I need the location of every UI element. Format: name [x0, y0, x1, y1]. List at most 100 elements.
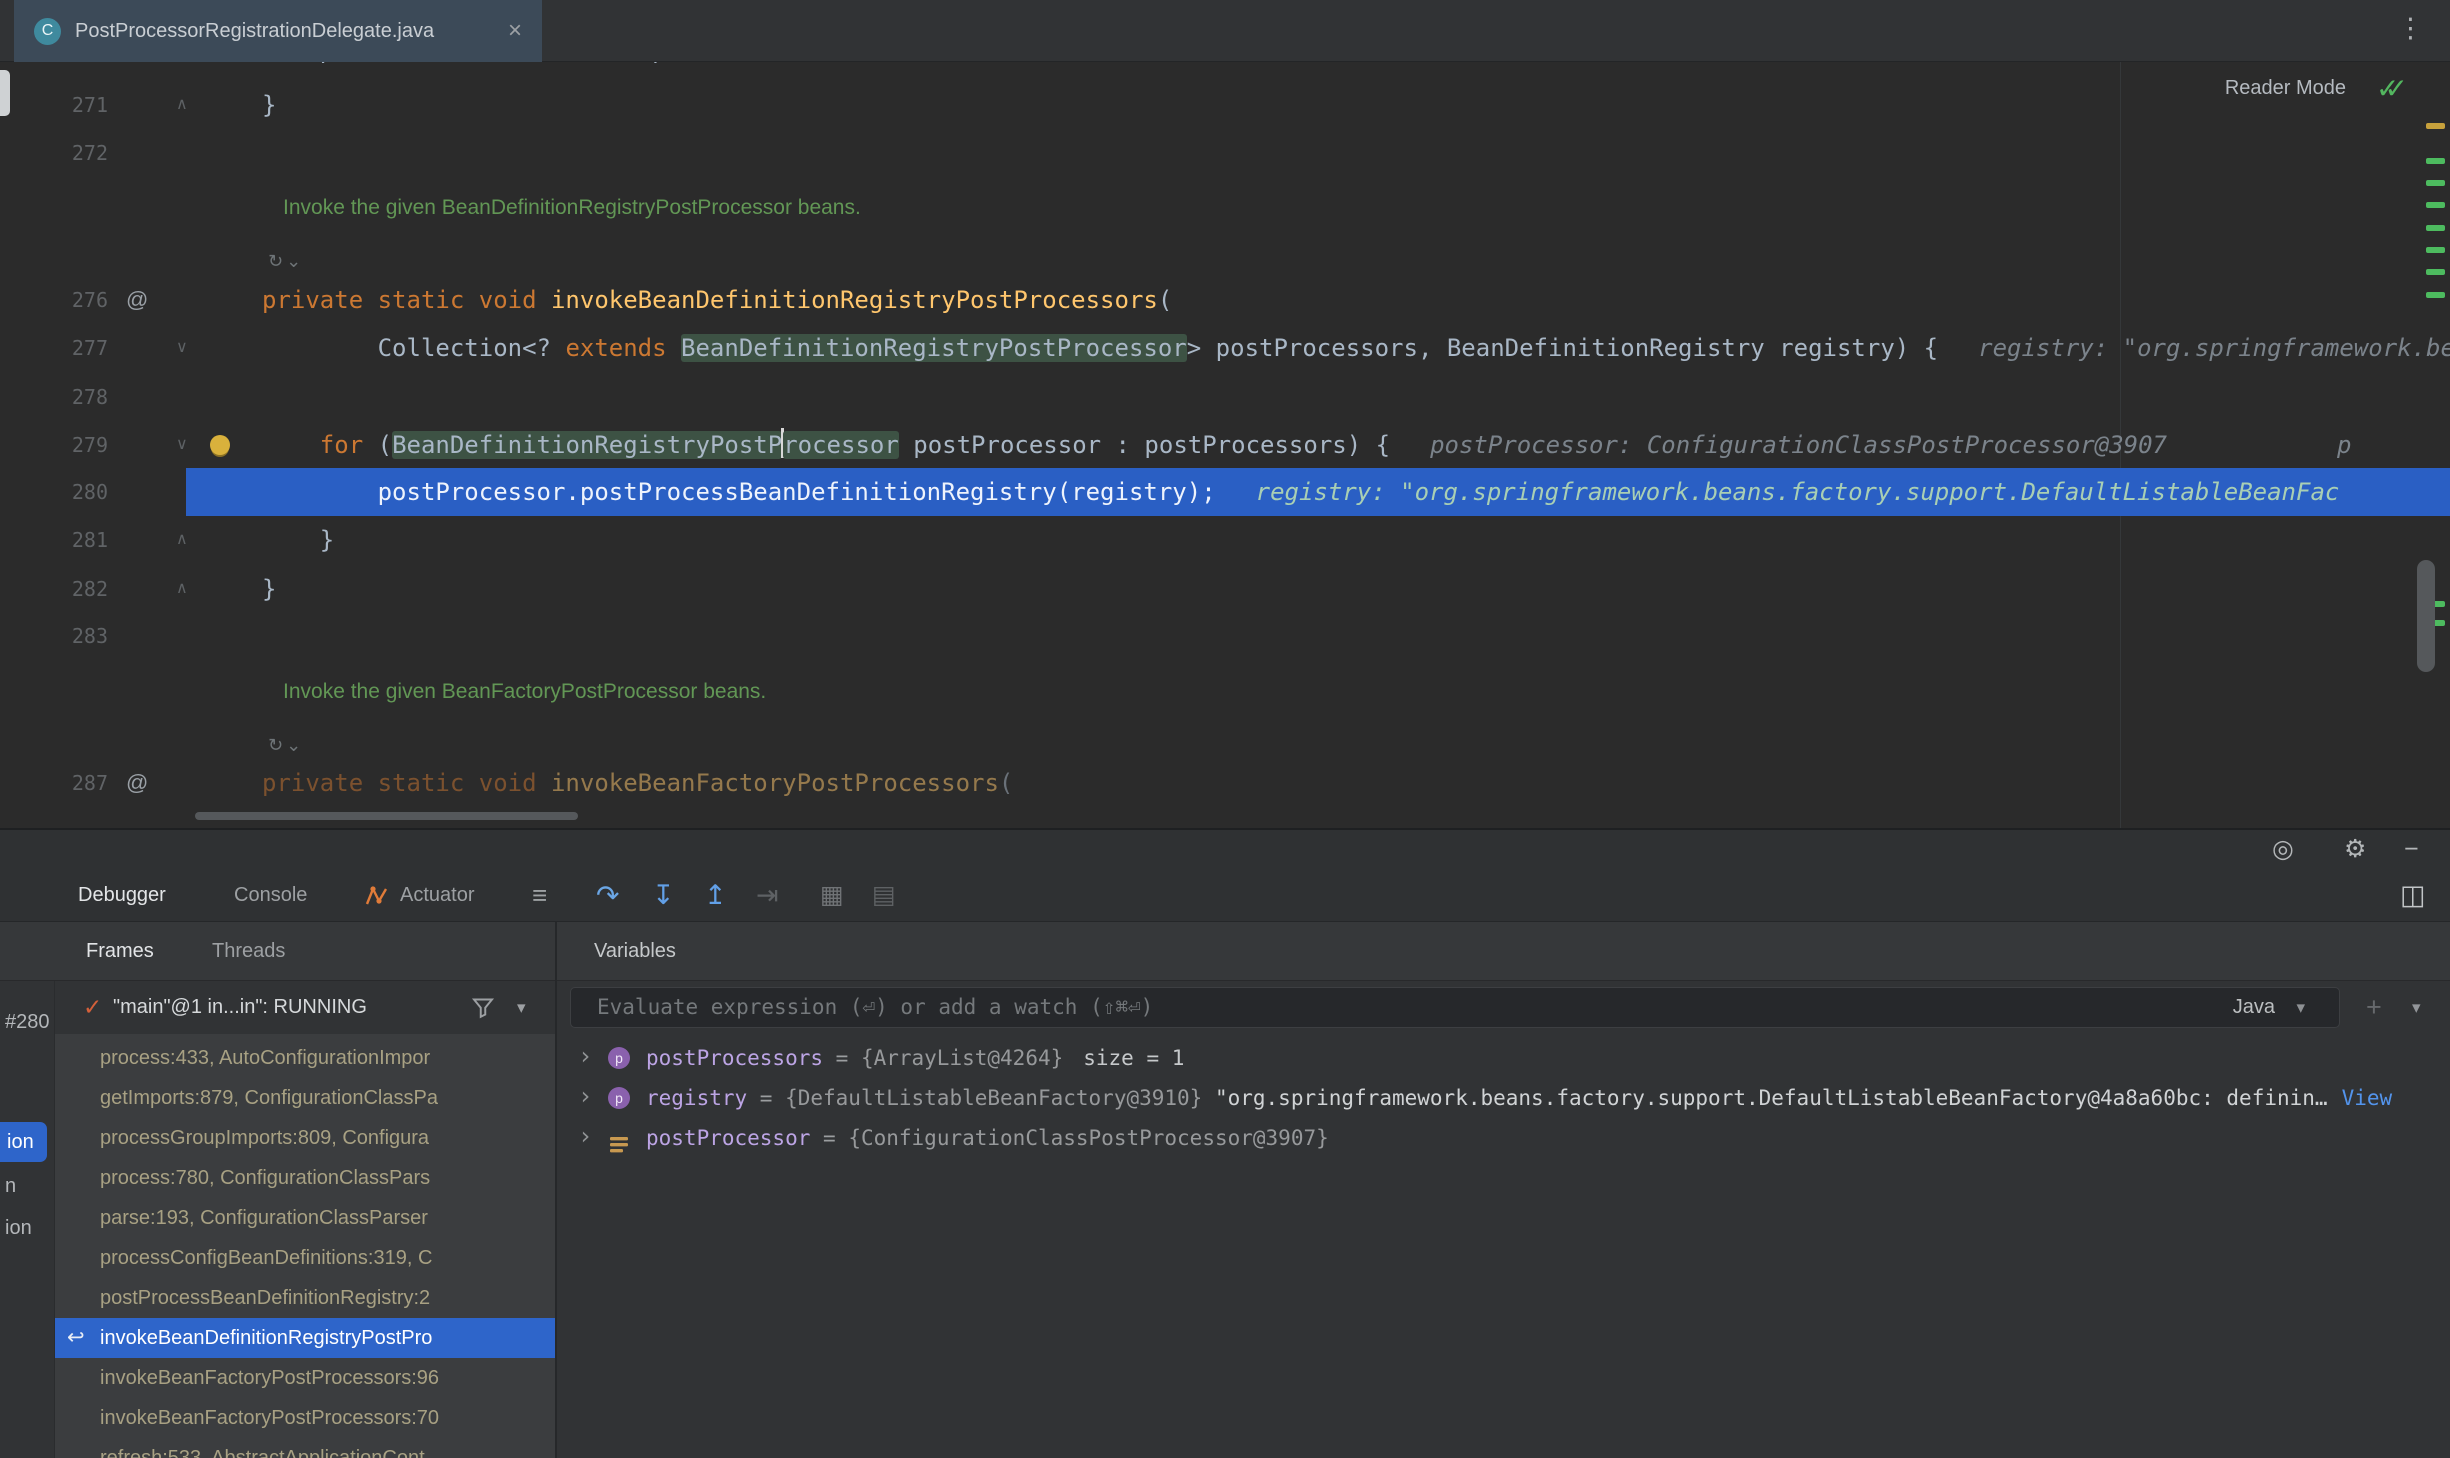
- evaluate-language-selector[interactable]: Java: [2233, 988, 2275, 1027]
- parameter-icon: p: [608, 1047, 630, 1069]
- inspections-ok-icon[interactable]: ✓✓: [2376, 72, 2432, 105]
- target-icon[interactable]: ◎: [2272, 830, 2294, 869]
- evaluate-placeholder: Evaluate expression (⏎) or add a watch (…: [597, 988, 1153, 1027]
- editor-tab-postprocessorregistrationdelegate[interactable]: C PostProcessorRegistrationDelegate.java…: [14, 0, 542, 62]
- chevron-down-icon[interactable]: ▾: [517, 981, 526, 1034]
- stack-frame[interactable]: process:433, AutoConfigurationImpor: [55, 1038, 556, 1078]
- code-line[interactable]: for (BeanDefinitionRegistryPostProcessor…: [262, 421, 2351, 469]
- thread-selector[interactable]: ✓ "main"@1 in...in": RUNNING ▾: [55, 981, 556, 1034]
- code-token: extends: [565, 334, 681, 362]
- code-line[interactable]: private static void invokeBeanDefinition…: [262, 276, 1172, 324]
- code-line[interactable]: private static void invokeBeanFactoryPos…: [262, 759, 1013, 807]
- layout-settings-icon[interactable]: ◫: [2400, 869, 2426, 922]
- ide-window: C PostProcessorRegistrationDelegate.java…: [0, 0, 2450, 1458]
- step-into-icon[interactable]: ↧: [652, 869, 675, 922]
- gear-icon[interactable]: ⚙: [2344, 830, 2366, 869]
- expand-chevron-icon[interactable]: ›: [578, 1078, 592, 1116]
- close-icon[interactable]: ×: [508, 17, 522, 45]
- variable-row[interactable]: › p registry = {DefaultListableBeanFactory…: [556, 1078, 2450, 1118]
- run-to-cursor-icon[interactable]: ⇥: [756, 869, 779, 922]
- variable-text: registry = {DefaultListableBeanFactory@3…: [646, 1078, 2392, 1118]
- code-token: private static void: [262, 769, 551, 797]
- parameter-icon: p: [608, 1087, 630, 1109]
- stack-frame[interactable]: invokeBeanFactoryPostProcessors:96: [55, 1358, 556, 1398]
- stack-frame[interactable]: postProcessBeanDefinitionRegistry:2: [55, 1278, 556, 1318]
- variables-panel-title: Variables: [594, 922, 676, 980]
- local-variable-icon: [608, 1127, 630, 1158]
- fold-marker-icon[interactable]: ∧: [176, 565, 188, 613]
- fold-marker-icon[interactable]: ∧: [176, 81, 188, 129]
- debugger-inline-hint: postProcessor: ConfigurationClassPostPro…: [1430, 431, 2167, 459]
- fold-marker-icon[interactable]: ∧: [176, 516, 188, 564]
- tab-console[interactable]: Console: [234, 869, 307, 922]
- gutter-annotation-icon[interactable]: @: [126, 759, 148, 807]
- stack-frame[interactable]: parse:193, ConfigurationClassParser: [55, 1198, 556, 1238]
- stack-frame[interactable]: getImports:879, ConfigurationClassPa: [55, 1078, 556, 1118]
- gutter-annotation-icon[interactable]: @: [126, 276, 148, 324]
- code-line[interactable]: postProcessors.sort(comparatorToUse);: [262, 62, 854, 74]
- view-breakpoints-icon[interactable]: ▦: [820, 869, 844, 922]
- add-watch-icon[interactable]: +: [2366, 987, 2382, 1028]
- clipped-label-fragment: #280: [5, 1002, 50, 1042]
- tab-threads[interactable]: Threads: [212, 922, 285, 980]
- change-marker: [2426, 292, 2445, 298]
- variables-panel: Evaluate expression (⏎) or add a watch (…: [556, 981, 2450, 1458]
- code-token: postProcessors.sort(comparatorToUse);: [262, 62, 854, 64]
- code-line[interactable]: Collection<? extends BeanDefinitionRegis…: [262, 324, 2450, 372]
- step-out-icon[interactable]: ↥: [704, 869, 727, 922]
- stack-frame[interactable]: process:780, ConfigurationClassPars: [55, 1158, 556, 1198]
- code-token: (: [363, 431, 392, 459]
- code-line[interactable]: }: [262, 565, 276, 613]
- mute-breakpoints-icon[interactable]: ▤: [872, 869, 896, 922]
- minimize-icon[interactable]: −: [2404, 830, 2419, 869]
- code-line[interactable]: postProcessor.postProcessBeanDefinitionR…: [262, 468, 2339, 516]
- frames-list: process:433, AutoConfigurationImporgetIm…: [55, 1034, 556, 1458]
- change-marker: [2426, 202, 2445, 208]
- tab-frames[interactable]: Frames: [86, 922, 154, 980]
- variable-text: postProcessor = {ConfigurationClassPostP…: [646, 1118, 1329, 1158]
- filter-icon[interactable]: [471, 995, 495, 1024]
- variable-row[interactable]: › p postProcessors = {ArrayList@4264}size …: [556, 1038, 2450, 1078]
- tab-actuator[interactable]: Actuator: [400, 869, 474, 922]
- rendered-doc-comment: Invoke the given BeanFactoryPostProcesso…: [283, 668, 766, 716]
- code-token: (: [999, 769, 1013, 797]
- code-line[interactable]: }: [262, 516, 334, 564]
- line-number: 277: [0, 324, 108, 372]
- fold-marker-icon[interactable]: ∨: [176, 324, 188, 372]
- watch-options-caret-icon[interactable]: ▾: [2412, 987, 2421, 1028]
- step-over-icon[interactable]: ↷: [596, 869, 619, 922]
- stack-frame[interactable]: ↩invokeBeanDefinitionRegistryPostPro: [55, 1318, 556, 1358]
- variable-text: postProcessors = {ArrayList@4264}size = …: [646, 1038, 1184, 1078]
- variable-name: postProcessor: [646, 1126, 810, 1150]
- stack-frame[interactable]: processConfigBeanDefinitions:319, C: [55, 1238, 556, 1278]
- tab-debugger[interactable]: Debugger: [78, 869, 166, 922]
- line-number: 272: [0, 129, 108, 177]
- expand-chevron-icon[interactable]: ›: [578, 1038, 592, 1076]
- stack-frame[interactable]: refresh:533, AbstractApplicationCont: [55, 1438, 556, 1458]
- variable-row[interactable]: › postProcessor = {ConfigurationClassPost…: [556, 1118, 2450, 1158]
- debug-toolbar: Debugger Console Actuator ≡ ↷ ↧ ↥ ⇥ ▦ ▤ …: [0, 869, 2450, 922]
- hamburger-menu-icon[interactable]: ≡: [532, 869, 547, 922]
- code-line[interactable]: }: [262, 81, 276, 129]
- tab-title: PostProcessorRegistrationDelegate.java: [75, 20, 434, 43]
- more-options-icon[interactable]: ⋮: [2397, 13, 2424, 44]
- stack-frame[interactable]: processGroupImports:809, Configura: [55, 1118, 556, 1158]
- panel-divider[interactable]: [555, 922, 557, 1458]
- reader-mode-label[interactable]: Reader Mode: [2225, 77, 2346, 100]
- editor-tab-bar: C PostProcessorRegistrationDelegate.java…: [0, 0, 2450, 62]
- stack-frame[interactable]: invokeBeanFactoryPostProcessors:70: [55, 1398, 556, 1438]
- intention-bulb-icon[interactable]: [210, 435, 230, 455]
- debugger-inline-hint: p: [2337, 431, 2351, 459]
- chevron-down-icon[interactable]: ▾: [2296, 988, 2305, 1027]
- editor-horizontal-scrollbar[interactable]: [195, 812, 578, 820]
- code-editor[interactable]: postProcessors.sort(comparatorToUse);271…: [0, 62, 2450, 828]
- expand-chevron-icon[interactable]: ›: [578, 1118, 592, 1156]
- variable-view-link[interactable]: View: [2342, 1086, 2393, 1110]
- editor-vertical-scrollbar[interactable]: [2417, 560, 2435, 672]
- change-marker: [2426, 123, 2445, 129]
- code-token: rocessor: [783, 431, 899, 459]
- fold-marker-icon[interactable]: ∨: [176, 421, 188, 469]
- java-class-icon: C: [34, 18, 61, 45]
- evaluate-expression-input[interactable]: Evaluate expression (⏎) or add a watch (…: [570, 987, 2340, 1028]
- change-marker: [2426, 158, 2445, 164]
